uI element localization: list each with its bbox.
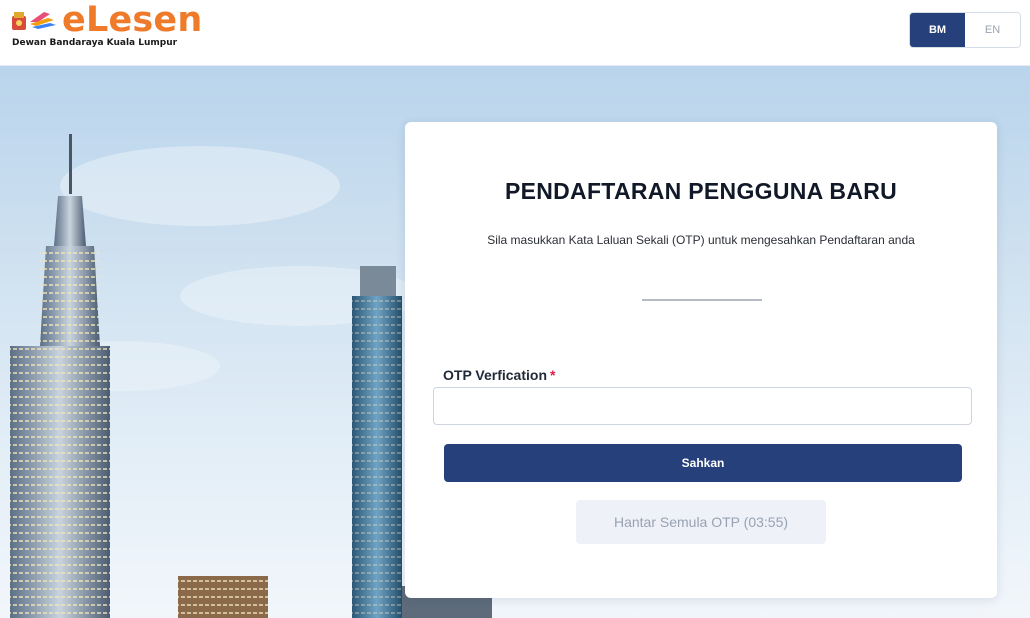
elesen-logo[interactable]: eLesen Dewan Bandaraya Kuala Lumpur bbox=[10, 0, 220, 58]
language-switch: BM EN bbox=[909, 12, 1021, 48]
divider bbox=[642, 299, 762, 301]
top-header: eLesen Dewan Bandaraya Kuala Lumpur BM E… bbox=[0, 0, 1030, 66]
dbkl-crest-icon bbox=[12, 12, 56, 30]
resend-otp-button[interactable]: Hantar Semula OTP (03:55) bbox=[576, 500, 826, 544]
page-title: PENDAFTARAN PENGGUNA BARU bbox=[504, 178, 898, 204]
lang-en-button[interactable]: EN bbox=[965, 13, 1020, 47]
otp-field-label: OTP Verfication * bbox=[443, 367, 555, 383]
lang-bm-button[interactable]: BM bbox=[910, 13, 965, 47]
otp-label-text: OTP Verfication bbox=[443, 367, 547, 383]
logo-subtitle: Dewan Bandaraya Kuala Lumpur bbox=[12, 38, 178, 48]
logo-wordmark: eLesen bbox=[62, 0, 203, 40]
otp-input[interactable] bbox=[433, 387, 972, 425]
required-mark: * bbox=[550, 367, 556, 383]
verify-button[interactable]: Sahkan bbox=[444, 444, 962, 482]
instruction-text: Sila masukkan Kata Laluan Sekali (OTP) u… bbox=[487, 233, 915, 247]
otp-registration-card: PENDAFTARAN PENGGUNA BARU Sila masukkan … bbox=[405, 122, 997, 598]
